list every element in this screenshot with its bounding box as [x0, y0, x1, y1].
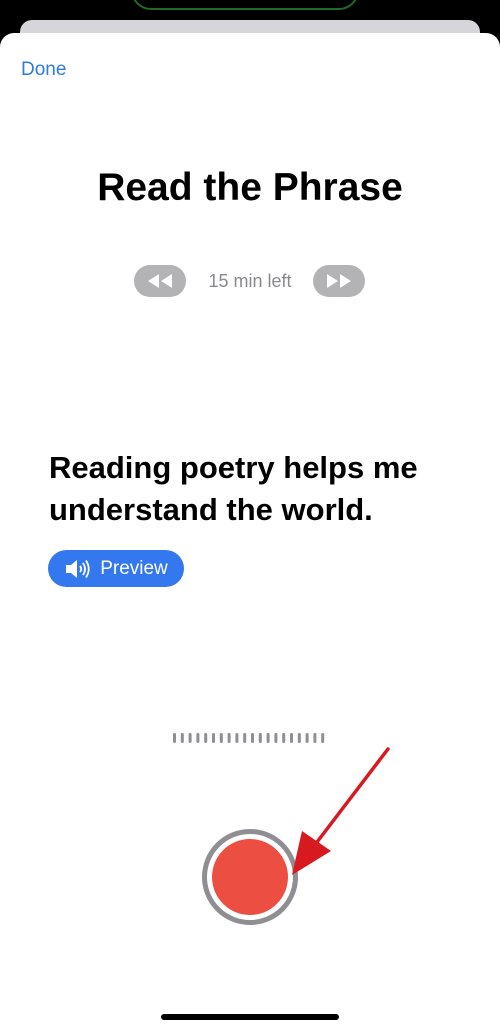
meter-tick — [243, 733, 247, 743]
phrase-text: Reading poetry helps me understand the w… — [49, 450, 418, 527]
annotation-arrow-icon — [292, 747, 390, 875]
meter-tick — [188, 733, 192, 743]
speaker-icon — [66, 559, 90, 578]
meter-tick — [305, 733, 309, 743]
meter-tick — [297, 733, 301, 743]
screen: Done Read the Phrase 15 min left Reading… — [0, 0, 500, 1031]
meter-tick — [313, 733, 317, 743]
preview-button[interactable]: Preview — [48, 550, 184, 587]
meter-tick — [212, 733, 215, 743]
preview-label: Preview — [100, 557, 168, 579]
meter-tick — [266, 733, 270, 743]
rewind-icon — [148, 274, 172, 288]
meter-tick — [258, 733, 262, 743]
modal-sheet: Done Read the Phrase 15 min left Reading… — [0, 33, 500, 1031]
meter-tick — [235, 733, 239, 743]
audio-level-meter — [173, 733, 325, 743]
fast-forward-button[interactable] — [313, 265, 365, 297]
meter-tick — [282, 733, 286, 743]
home-indicator[interactable] — [161, 1014, 339, 1020]
meter-tick — [196, 733, 200, 743]
meter-tick — [290, 733, 293, 743]
meter-tick — [180, 733, 184, 743]
record-icon — [212, 839, 288, 915]
meter-tick — [204, 733, 208, 743]
meter-tick — [227, 733, 231, 743]
done-button[interactable]: Done — [21, 59, 66, 81]
meter-tick — [251, 733, 254, 743]
time-left-label: 15 min left — [208, 271, 292, 291]
meter-tick — [274, 733, 278, 743]
page-title: Read the Phrase — [97, 166, 403, 209]
meter-tick — [173, 733, 176, 743]
dynamic-island-outline — [131, 0, 359, 10]
meter-tick — [321, 733, 325, 743]
meter-tick — [219, 733, 223, 743]
fast-forward-icon — [327, 274, 351, 288]
rewind-button[interactable] — [134, 265, 186, 297]
